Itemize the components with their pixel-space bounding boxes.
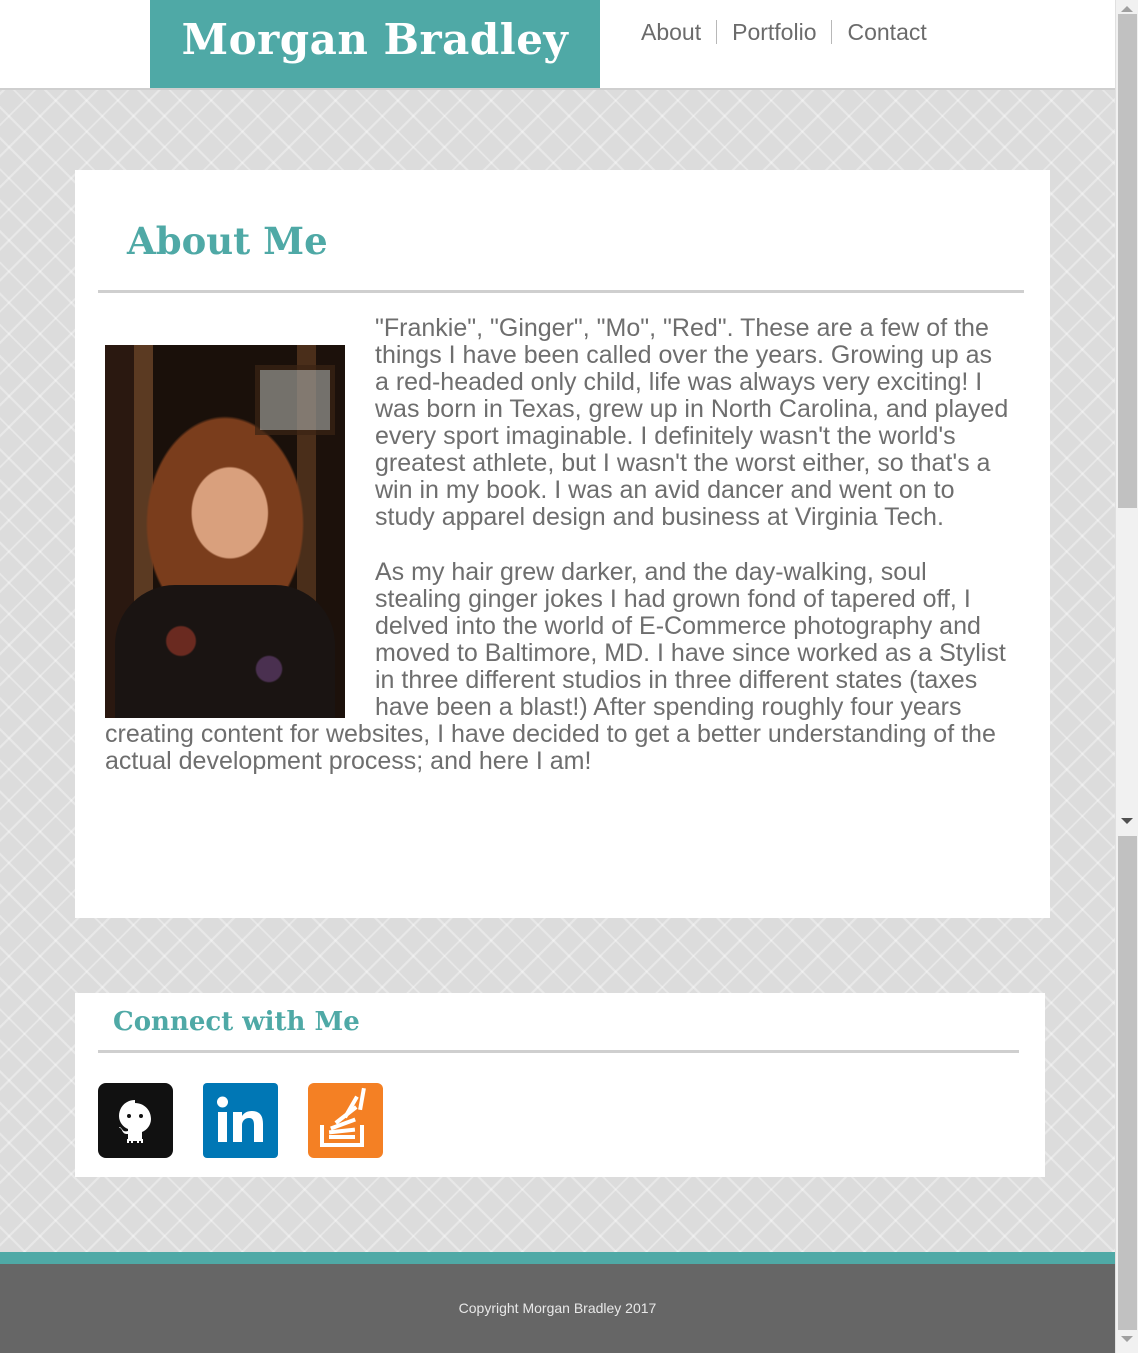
connect-title: Connect with Me <box>113 1007 360 1037</box>
section-divider <box>98 290 1024 293</box>
about-section: About Me "Frankie", "Ginger", "Mo", "Red… <box>75 170 1050 918</box>
photo-clothing <box>115 585 335 718</box>
nav-about[interactable]: About <box>626 18 716 46</box>
main-nav: About Portfolio Contact <box>626 18 942 46</box>
nav-contact[interactable]: Contact <box>832 18 941 46</box>
connect-section: Connect with Me <box>75 993 1045 1177</box>
linkedin-icon <box>217 1096 263 1142</box>
brand-logo[interactable]: Morgan Bradley <box>150 0 600 88</box>
profile-photo <box>105 345 345 718</box>
site-header: Morgan Bradley About Portfolio Contact <box>0 0 1115 90</box>
about-title: About Me <box>127 219 328 263</box>
scroll-down-arrow-icon[interactable] <box>1121 1336 1133 1342</box>
github-link[interactable] <box>98 1083 173 1158</box>
scroll-up-arrow-icon[interactable] <box>1121 6 1133 12</box>
scroll-thumb[interactable] <box>1118 14 1137 508</box>
scroll-down-arrow-icon[interactable] <box>1121 818 1133 824</box>
section-divider <box>98 1050 1019 1053</box>
footer-copyright: Copyright Morgan Bradley 2017 <box>458 1300 657 1316</box>
nav-portfolio[interactable]: Portfolio <box>717 18 831 46</box>
site-footer: Copyright Morgan Bradley 2017 <box>0 1264 1115 1353</box>
vertical-scrollbar[interactable] <box>1115 0 1138 1353</box>
github-icon <box>119 1100 151 1143</box>
stackoverflow-link[interactable] <box>308 1083 383 1158</box>
photo-background-window <box>255 365 335 435</box>
linkedin-link[interactable] <box>203 1083 278 1158</box>
scroll-thumb-lower[interactable] <box>1118 836 1137 1330</box>
stackoverflow-icon <box>320 1087 366 1147</box>
about-text: "Frankie", "Ginger", "Mo", "Red". These … <box>105 315 1010 803</box>
footer-accent-stripe <box>0 1252 1115 1264</box>
